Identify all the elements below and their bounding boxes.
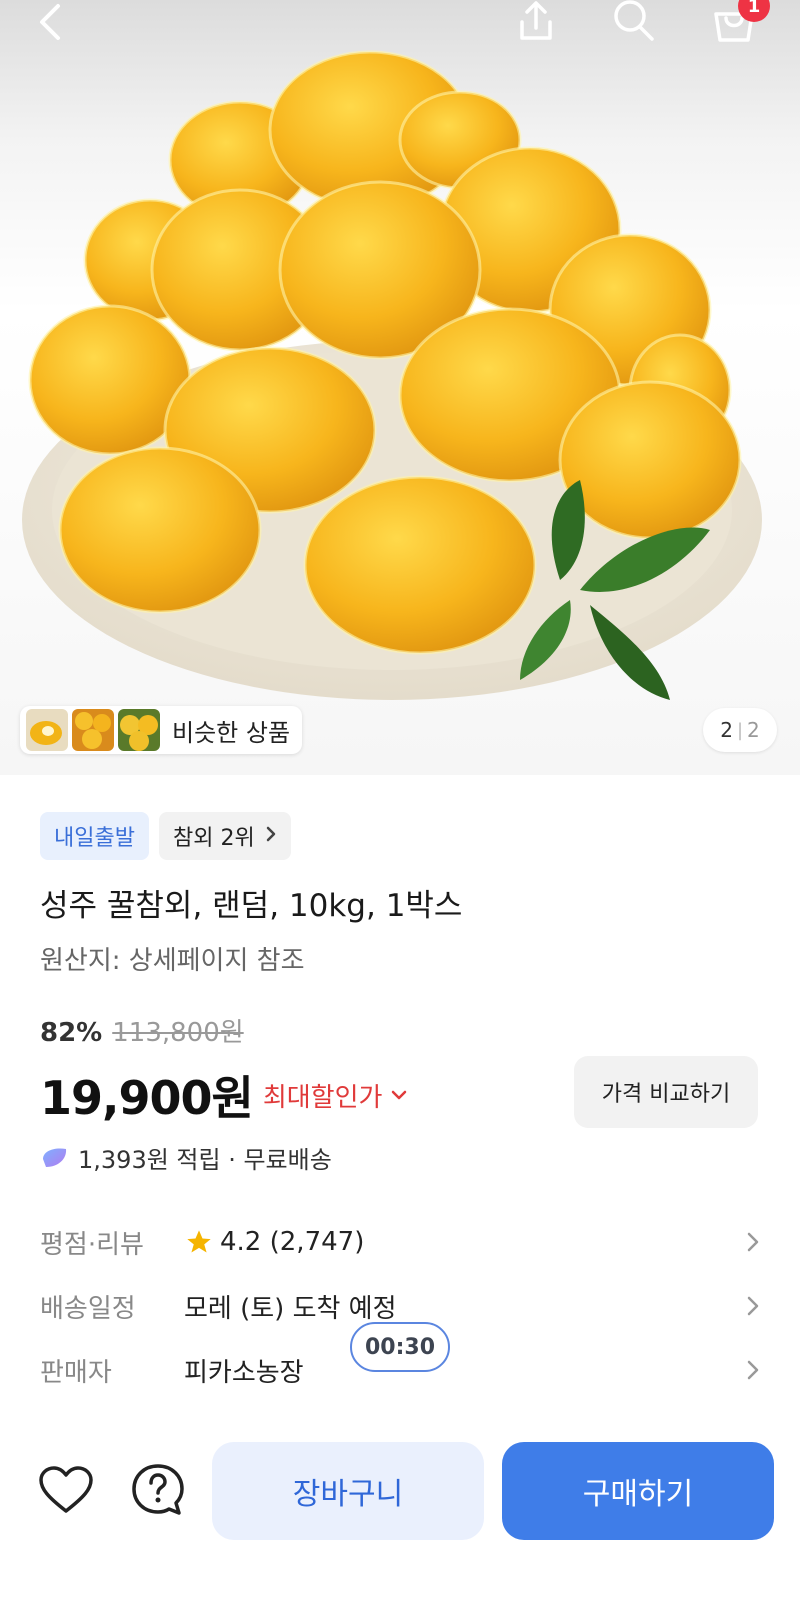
chevron-right-icon — [746, 1210, 760, 1274]
reward-coin-icon — [43, 1147, 67, 1167]
max-discount-label: 최대할인가 — [262, 1082, 383, 1113]
row-label: 평점·리뷰 — [40, 1229, 144, 1260]
back-button[interactable] — [24, 0, 76, 44]
discount-rate: 82% — [40, 1018, 103, 1048]
price-compare-button[interactable]: 가격 비교하기 — [574, 1056, 758, 1128]
top-navigation-bar: 1 — [0, 0, 800, 60]
rating-review-row[interactable]: 평점·리뷰 4.2 (2,747) — [40, 1210, 760, 1274]
similar-thumbnail — [26, 709, 68, 751]
product-origin: 원산지: 상세페이지 참조 — [40, 946, 305, 976]
similar-products-label: 비슷한 상품 — [172, 718, 291, 747]
image-pager: 2 | 2 — [703, 708, 777, 752]
chevron-left-icon — [40, 4, 60, 40]
search-icon — [614, 0, 654, 41]
similar-thumbnail — [72, 709, 114, 751]
chevron-right-icon — [265, 824, 277, 848]
tag-category-rank[interactable]: 참외 2위 — [158, 812, 291, 860]
shipping-value: 모레 (토) 도착 예정 — [184, 1293, 397, 1324]
max-discount-dropdown[interactable]: 최대할인가 — [263, 1077, 409, 1114]
wishlist-button[interactable] — [36, 1462, 96, 1518]
original-price: 113,800원 — [112, 1018, 244, 1048]
search-button[interactable] — [608, 0, 660, 44]
similar-products-button[interactable]: 비슷한 상품 — [20, 706, 302, 754]
heart-icon — [39, 1466, 93, 1513]
product-image-gallery[interactable]: 1 비슷한 상품 2 | 2 — [0, 0, 800, 775]
row-value: 4.2 (2,747) — [184, 1227, 364, 1257]
row-label: 판매자 — [40, 1357, 112, 1388]
rating-value: 4.2 (2,747) — [220, 1227, 365, 1257]
chevron-right-icon — [746, 1338, 760, 1402]
reward-shipping-row: 1,393원 적립 · 무료배송 — [40, 1140, 332, 1175]
similar-thumbnail — [118, 709, 160, 751]
discount-row: 82% 113,800원 — [40, 1012, 244, 1049]
buy-now-button[interactable]: 구매하기 — [502, 1442, 774, 1540]
detail-rows: 평점·리뷰 4.2 (2,747) 배송일정 모레 (토) 도착 예정 판매자 … — [40, 1210, 760, 1402]
share-button[interactable] — [510, 0, 562, 44]
pager-current: 2 — [720, 718, 733, 742]
sale-price: 19,900원 — [40, 1071, 254, 1125]
reward-text: 1,393원 적립 · 무료배송 — [78, 1146, 332, 1174]
share-icon — [520, 1, 552, 40]
product-photo — [22, 50, 762, 700]
inquiry-button[interactable] — [128, 1462, 188, 1518]
row-label: 배송일정 — [40, 1293, 136, 1324]
tag-label: 참외 2위 — [172, 826, 255, 851]
price-row: 19,900원 최대할인가 — [40, 1062, 408, 1128]
recording-timer-badge: 00:30 — [350, 1322, 450, 1372]
star-icon — [187, 1230, 211, 1253]
tag-tomorrow-departure: 내일출발 — [40, 812, 149, 860]
chevron-right-icon — [746, 1274, 760, 1338]
pager-separator: | — [736, 719, 744, 741]
product-title: 성주 꿀참외, 랜덤, 10kg, 1박스 — [40, 888, 463, 924]
product-tags: 내일출발 참외 2위 — [40, 812, 291, 860]
pager-total: 2 — [747, 718, 760, 742]
chevron-down-icon — [392, 1090, 407, 1100]
add-to-cart-button[interactable]: 장바구니 — [212, 1442, 484, 1540]
question-bubble-icon — [132, 1464, 184, 1515]
tag-label: 내일출발 — [54, 826, 135, 851]
seller-value: 피카소농장 — [184, 1357, 304, 1388]
